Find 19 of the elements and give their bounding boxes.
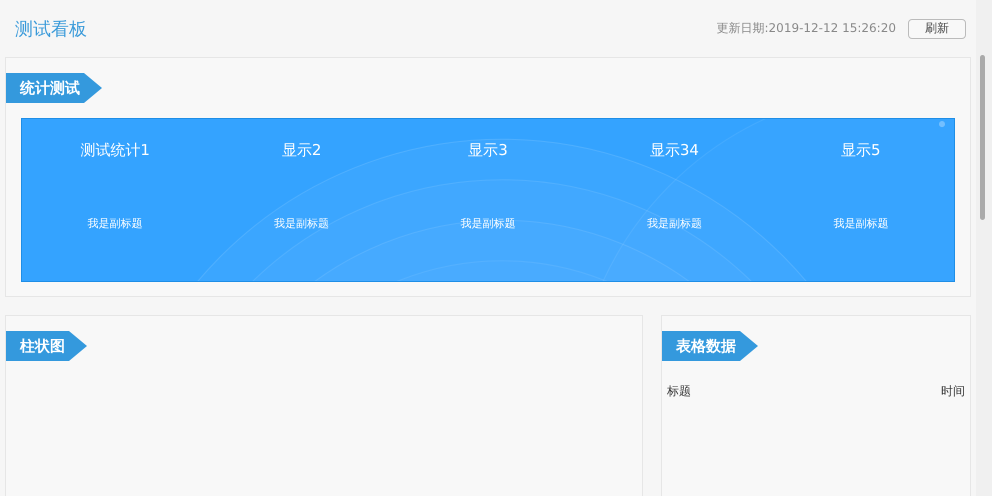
- stat-subtitle: 我是副标题: [833, 216, 888, 231]
- section-tag: 柱状图: [6, 331, 87, 361]
- refresh-button[interactable]: 刷新: [908, 18, 966, 38]
- section-tag: 统计测试: [6, 73, 102, 103]
- stat-title: 显示34: [650, 141, 699, 160]
- scrollbar[interactable]: [976, 0, 992, 496]
- dashboard-title: 测试看板: [15, 18, 87, 40]
- stat-subtitle: 我是副标题: [88, 216, 143, 231]
- column-header: 标题: [667, 383, 691, 400]
- stat-title: 显示3: [468, 141, 508, 160]
- stat-subtitle: 我是副标题: [274, 216, 330, 231]
- stat-title: 测试统计1: [80, 141, 150, 160]
- section-tag: 表格数据: [662, 331, 758, 361]
- stat-subtitle: 我是副标题: [460, 216, 516, 231]
- update-date: 更新日期:2019-12-12 15:26:20: [716, 20, 896, 37]
- stat-title: 显示5: [841, 141, 881, 160]
- stat-title: 显示2: [282, 141, 322, 160]
- stat-subtitle: 我是副标题: [646, 216, 702, 231]
- column-header: 时间: [941, 383, 965, 400]
